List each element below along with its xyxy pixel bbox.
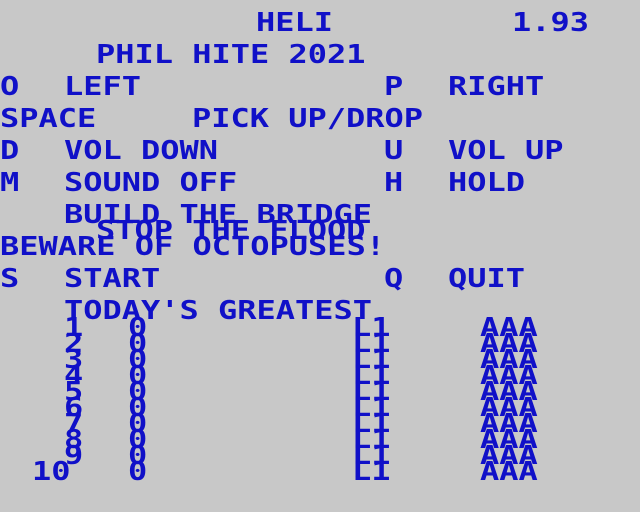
author-credit: PHIL HITE 2021 xyxy=(96,40,366,70)
high-score-row: 7 0 L1 AAA xyxy=(0,411,640,437)
high-score-row: 5 0 L1 AAA xyxy=(0,379,640,405)
version-number: 1.93 xyxy=(512,8,590,38)
hold-label: HOLD xyxy=(448,168,526,198)
pick-key: SPACE xyxy=(0,104,97,134)
score-value: 0 xyxy=(128,457,148,487)
score-level: L1 xyxy=(352,457,391,487)
high-score-row: 1 0 L1 AAA xyxy=(0,315,640,341)
game-title: HELI xyxy=(256,8,334,38)
vol-up-label: VOL UP xyxy=(448,136,564,166)
vol-up-key: U xyxy=(384,136,404,166)
high-score-row: 2 0 L1 AAA xyxy=(0,331,640,357)
high-score-row: 3 0 L1 AAA xyxy=(0,347,640,373)
sound-key: M xyxy=(0,168,20,198)
pick-label: PICK UP/DROP xyxy=(192,104,424,134)
score-name: AAA xyxy=(480,457,538,487)
hold-key: H xyxy=(384,168,404,198)
start-label: START xyxy=(64,264,161,294)
right-label: RIGHT xyxy=(448,72,545,102)
high-score-row: 6 0 L1 AAA xyxy=(0,395,640,421)
vol-down-key: D xyxy=(0,136,20,166)
high-score-row: 4 0 L1 AAA xyxy=(0,363,640,389)
vol-down-label: VOL DOWN xyxy=(64,136,219,166)
start-key: S xyxy=(0,264,20,294)
quit-label: QUIT xyxy=(448,264,526,294)
sound-label: SOUND OFF xyxy=(64,168,238,198)
left-key: O xyxy=(0,72,20,102)
game-screen: HELI 1.93 PHIL HITE 2021 O LEFT P RIGHT … xyxy=(0,0,640,512)
right-key: P xyxy=(384,72,404,102)
high-score-row: 8 0 L1 AAA xyxy=(0,427,640,453)
high-score-row: 10 0 L1 AAA xyxy=(0,459,640,485)
left-label: LEFT xyxy=(64,72,142,102)
quit-key: Q xyxy=(384,264,404,294)
mission-line-3: BEWARE OF OCTOPUSES! xyxy=(0,232,386,262)
high-score-row: 9 0 L1 AAA xyxy=(0,443,640,469)
score-rank: 10 xyxy=(32,457,71,487)
